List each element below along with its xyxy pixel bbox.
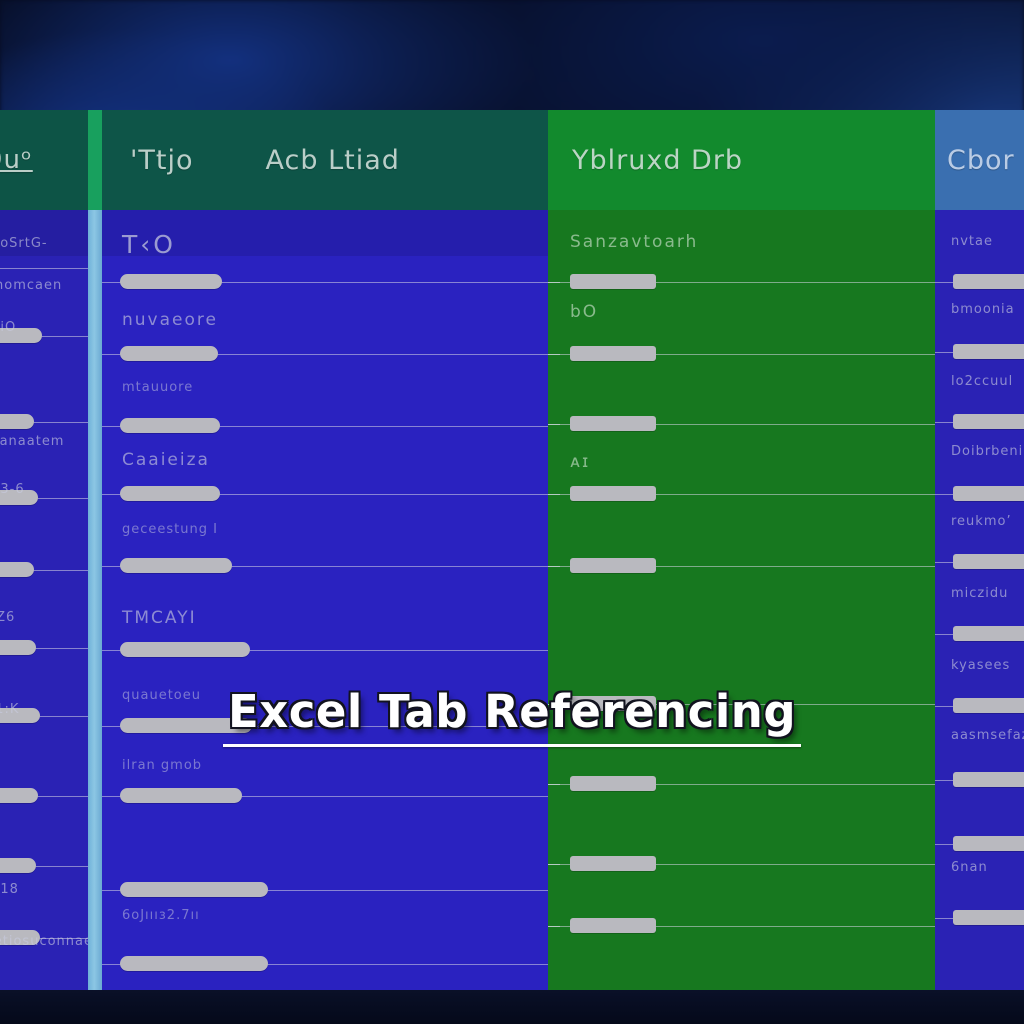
cell-label: 6nan [951, 860, 992, 875]
tab-right[interactable]: Cbor [935, 110, 1024, 210]
cell-label: bmoonia [951, 302, 1015, 317]
row-tick [548, 566, 560, 567]
main-data-column[interactable]: T‹O nuvaeore mtauuore Caaieiza geceestung I T… [102, 210, 548, 990]
value-bar[interactable] [120, 788, 242, 803]
value-bar[interactable] [0, 640, 36, 655]
value-bar[interactable] [570, 558, 656, 573]
cell-label: Doibrbenio [951, 444, 1024, 459]
value-bar[interactable] [953, 274, 1024, 289]
value-bar[interactable] [953, 910, 1024, 925]
cell-label: croSrtG- [0, 236, 48, 251]
value-bar[interactable] [120, 882, 268, 897]
cell-label: nuvaeore [122, 310, 218, 330]
value-bar[interactable] [570, 486, 656, 501]
tab-two-label: 'Ttjo [130, 144, 194, 176]
cell-label: lo2ccuul [951, 374, 1014, 389]
tab-green-label: Yblruxd Drb [572, 144, 744, 176]
value-bar[interactable] [570, 274, 656, 289]
row-tick [548, 494, 560, 495]
cell-label: reukmo’ [951, 514, 1012, 529]
cell-label: bO [570, 302, 599, 322]
cell-label: enomcaen [0, 278, 63, 293]
value-bar[interactable] [120, 486, 220, 501]
value-bar[interactable] [120, 346, 218, 361]
cell-label: geceestung I [122, 522, 218, 537]
value-bar[interactable] [953, 836, 1024, 851]
value-bar[interactable] [570, 346, 656, 361]
tab-main-group[interactable]: 'Ttjo Acb Ltiad [102, 110, 548, 210]
cell-label: 6oJıııз2.7ıı [122, 908, 200, 923]
cell-label: nvtae [951, 234, 993, 249]
right-data-column[interactable]: nvtae bmoonia lo2ccuul Doibrbenio reukmo’ mic… [935, 210, 1024, 990]
row-tick [548, 424, 560, 425]
column-header-band: 9uᵒ 'Ttjo Acb Ltiad Yblruxd Drb Cbor [0, 110, 1024, 210]
left-row-header-column[interactable]: croSrtG-enomcaen2.iOalanaatem0 3-6CZ6S1:… [0, 210, 88, 990]
cell-label: 0 3-6 [0, 482, 25, 497]
header-accent-divider [88, 110, 102, 210]
row-tick [548, 784, 560, 785]
page-title: Excel Tab Referencing [227, 685, 797, 738]
value-bar[interactable] [0, 562, 34, 577]
value-bar[interactable] [953, 414, 1024, 429]
value-bar[interactable] [953, 626, 1024, 641]
spreadsheet-window: 9uᵒ 'Ttjo Acb Ltiad Yblruxd Drb Cbor cro… [0, 110, 1024, 990]
column-divider-handle[interactable] [88, 210, 102, 990]
value-bar[interactable] [0, 788, 38, 803]
cell-label: CZ6 [0, 610, 16, 625]
value-bar[interactable] [570, 856, 656, 871]
green-data-column[interactable]: Sanzavtoarh bO ᴀɪ [548, 210, 935, 990]
sheet-body: croSrtG-enomcaen2.iOalanaatem0 3-6CZ6S1:… [0, 210, 1024, 990]
row-tick [548, 864, 560, 865]
cell-label: kyasees [951, 658, 1014, 673]
value-bar[interactable] [570, 918, 656, 933]
cell-label: alanaatem [0, 434, 65, 449]
cell-label: 0 18 [0, 882, 19, 897]
tab-green[interactable]: Yblruxd Drb [548, 110, 935, 210]
value-bar[interactable] [0, 858, 36, 873]
value-bar[interactable] [120, 558, 232, 573]
value-bar[interactable] [120, 642, 250, 657]
value-bar[interactable] [570, 416, 656, 431]
tab-act-load-label: Acb Ltiad [265, 144, 400, 176]
value-bar[interactable] [120, 418, 220, 433]
value-bar[interactable] [953, 772, 1024, 787]
row-tick [548, 354, 560, 355]
value-bar[interactable] [570, 776, 656, 791]
cell-label: ilran gmob [122, 758, 203, 773]
cell-label: Sanzavtoarh [570, 232, 699, 252]
cell-label: miczidu [951, 586, 1012, 601]
cell-label: setiosuconnaen [0, 934, 88, 949]
cell-label: mtauuore [122, 380, 194, 395]
title-underline [223, 744, 801, 748]
value-bar[interactable] [953, 486, 1024, 501]
value-bar[interactable] [120, 956, 268, 971]
cell-label: ᴀɪ [570, 452, 591, 472]
tab-left-label: 9uᵒ [0, 145, 33, 175]
cell-label: T‹O [122, 230, 176, 259]
value-bar[interactable] [953, 344, 1024, 359]
screenshot-root: 9uᵒ 'Ttjo Acb Ltiad Yblruxd Drb Cbor cro… [0, 0, 1024, 1024]
cell-label: Caaieiza [122, 450, 210, 470]
bottom-dark-strip [0, 990, 1024, 1024]
row-divider [0, 268, 88, 269]
value-bar[interactable] [120, 274, 222, 289]
title-overlay: Excel Tab Referencing [0, 685, 1024, 748]
value-bar[interactable] [953, 554, 1024, 569]
tab-right-label: Cbor [947, 144, 1015, 176]
cell-label: TMCAYI [122, 608, 197, 628]
cell-label: 2.iO [0, 320, 17, 335]
tab-left[interactable]: 9uᵒ [0, 110, 88, 210]
row-tick [548, 282, 560, 283]
row-tick [548, 926, 560, 927]
value-bar[interactable] [0, 414, 34, 429]
